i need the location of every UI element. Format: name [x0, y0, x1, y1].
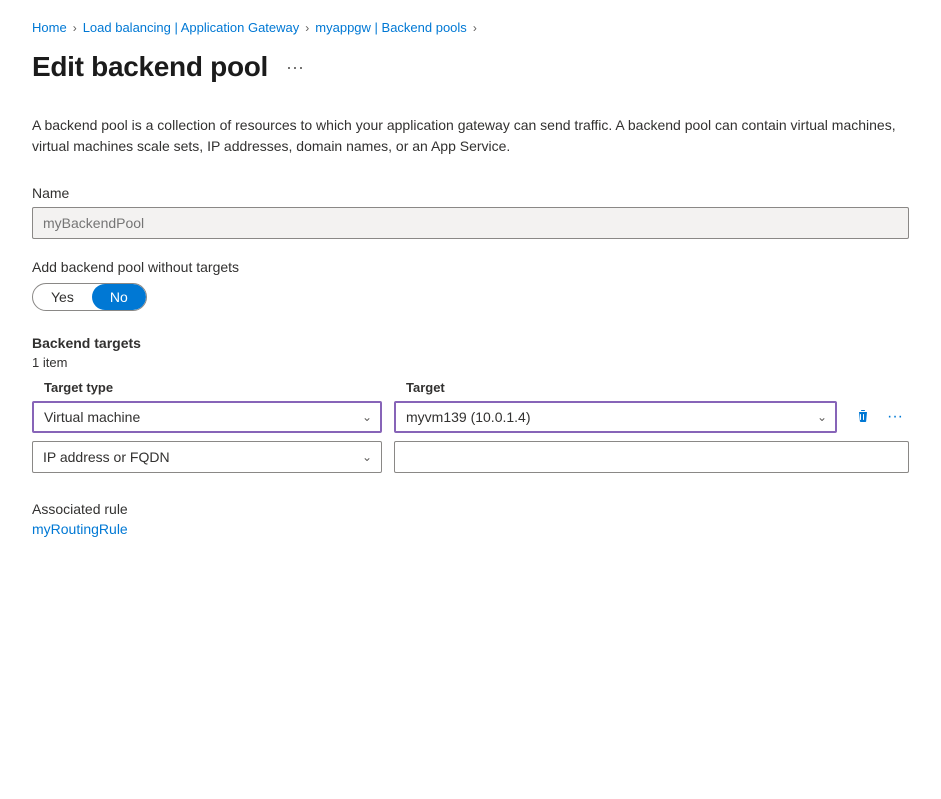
toggle-group: Add backend pool without targets Yes No: [32, 259, 909, 311]
form-section: Name Add backend pool without targets Ye…: [32, 185, 909, 537]
trash-icon: [855, 409, 871, 425]
toggle-container: Yes No: [32, 283, 147, 311]
item-count: 1 item: [32, 355, 909, 370]
toggle-label: Add backend pool without targets: [32, 259, 909, 275]
routing-rule-link[interactable]: myRoutingRule: [32, 521, 128, 537]
breadcrumb: Home › Load balancing | Application Gate…: [32, 20, 909, 35]
breadcrumb-load-balancing[interactable]: Load balancing | Application Gateway: [83, 20, 300, 35]
table-row: Virtual machine IP address or FQDN App S…: [32, 441, 909, 473]
breadcrumb-home[interactable]: Home: [32, 20, 67, 35]
row-actions-1: ···: [849, 404, 909, 430]
target-type-select-1[interactable]: Virtual machine IP address or FQDN App S…: [32, 401, 382, 433]
table-header-row: Target type Target: [32, 380, 909, 395]
target-select-1[interactable]: myvm139 (10.0.1.4): [394, 401, 837, 433]
target-type-wrapper-1: Virtual machine IP address or FQDN App S…: [32, 401, 382, 433]
ellipsis-button[interactable]: ···: [280, 53, 310, 82]
breadcrumb-sep-3: ›: [473, 21, 477, 35]
page-title: Edit backend pool: [32, 51, 268, 83]
delete-button-1[interactable]: [849, 405, 877, 429]
toggle-no[interactable]: No: [92, 284, 146, 310]
target-type-wrapper-2: Virtual machine IP address or FQDN App S…: [32, 441, 382, 473]
breadcrumb-sep-2: ›: [305, 21, 309, 35]
breadcrumb-sep-1: ›: [73, 21, 77, 35]
targets-table: Target type Target Virtual machine IP ad…: [32, 380, 909, 473]
associated-rule-label: Associated rule: [32, 501, 909, 517]
backend-targets-title: Backend targets: [32, 335, 909, 351]
associated-rule-section: Associated rule myRoutingRule: [32, 501, 909, 537]
more-options-icon-1: ···: [887, 408, 903, 426]
target-wrapper-1: myvm139 (10.0.1.4) ⌄: [394, 401, 837, 433]
toggle-yes[interactable]: Yes: [33, 284, 92, 310]
description-text: A backend pool is a collection of resour…: [32, 115, 909, 157]
name-input[interactable]: [32, 207, 909, 239]
backend-targets-section: Backend targets 1 item Target type Targe…: [32, 335, 909, 473]
target-wrapper-2: [394, 441, 909, 473]
col-header-target: Target: [396, 380, 909, 395]
col-header-target-type: Target type: [34, 380, 384, 395]
name-label: Name: [32, 185, 909, 201]
name-field-group: Name: [32, 185, 909, 239]
target-type-select-2[interactable]: Virtual machine IP address or FQDN App S…: [32, 441, 382, 473]
table-row: Virtual machine IP address or FQDN App S…: [32, 401, 909, 433]
breadcrumb-backend-pools[interactable]: myappgw | Backend pools: [315, 20, 467, 35]
more-options-button-1[interactable]: ···: [881, 404, 909, 430]
target-input-2[interactable]: [394, 441, 909, 473]
